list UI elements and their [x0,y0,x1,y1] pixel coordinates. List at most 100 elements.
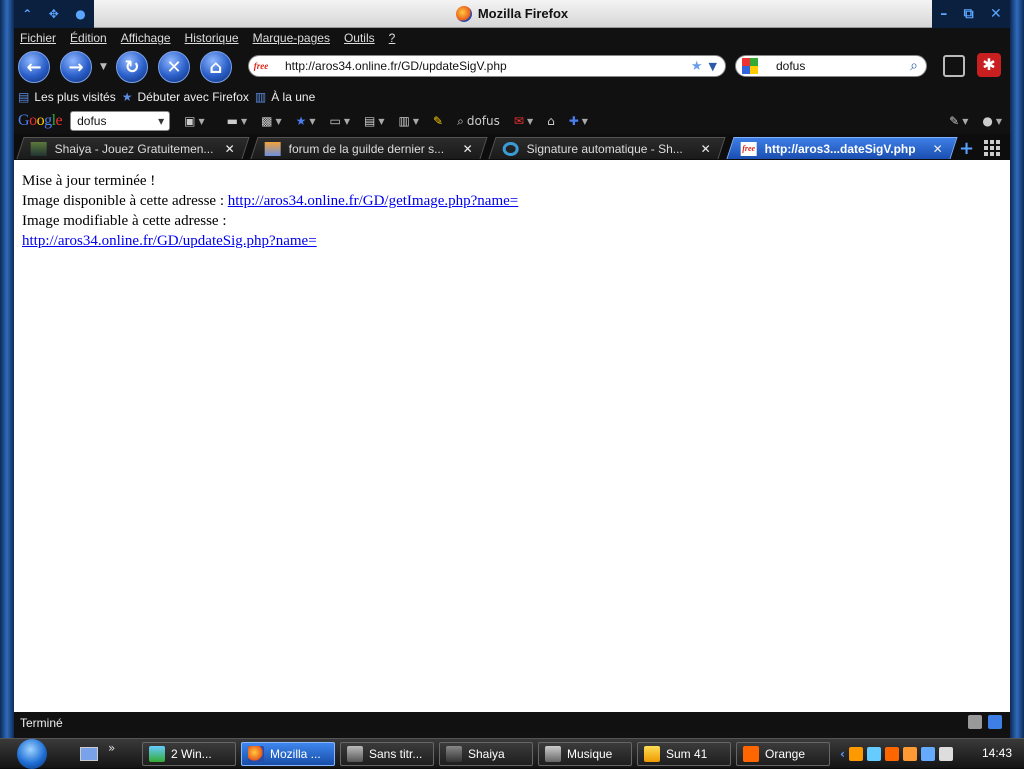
quicklaunch-more-icon[interactable]: » [108,741,115,755]
window-title-text: Mozilla Firefox [477,6,569,21]
firefox-icon [248,746,264,762]
bookmark-star-icon[interactable]: ★ [691,59,703,74]
stop-button[interactable]: ✕ [158,51,190,83]
rss-folder-icon: ▥ [254,90,267,104]
wrench-icon[interactable]: ✎ ▼ [949,114,968,128]
close-tab-icon[interactable]: ✕ [701,142,711,156]
reload-button[interactable]: ↻ [116,51,148,83]
signature-favicon-icon [502,142,519,156]
search-bar[interactable]: dofus ⌕ [735,55,927,77]
restore-button[interactable]: ⧉ [964,6,974,22]
taskbar-item-label: Musique [567,747,613,761]
close-tab-icon[interactable]: ✕ [933,142,943,156]
menu-edition[interactable]: Édition [70,31,107,45]
update-sig-link[interactable]: http://aros34.online.fr/GD/updateSig.php… [22,233,317,249]
bookmarks-icon[interactable]: ▩ ▼ [261,114,282,128]
home-button[interactable]: ⌂ [200,51,232,83]
google-logo[interactable]: Google [18,112,63,130]
paint-icon [347,746,363,762]
addon-icon[interactable]: ✱ [977,53,1001,77]
url-input[interactable]: http://aros34.online.fr/GD/updateSigV.ph… [273,59,691,73]
tab-forum[interactable]: forum de la guilde dernier s... ✕ [250,137,488,159]
menu-historique[interactable]: Historique [185,31,239,45]
show-desktop-icon[interactable] [80,747,98,761]
tray-orange-icon[interactable] [884,747,899,761]
window-switch-icon[interactable] [943,55,965,77]
search-input[interactable]: dofus [762,59,910,73]
history-dropdown-icon[interactable]: ▼ [100,62,107,72]
taskbar-clock[interactable]: 14:43 [982,746,1012,760]
free-favicon-icon: free [740,142,757,156]
bookmark-getting-started[interactable]: ★ Débuter avec Firefox [122,90,249,104]
tray-expand-icon[interactable]: ‹ [840,747,845,761]
window-title: Mozilla Firefox [455,5,569,22]
rollup-icon[interactable]: ⌃ [22,7,32,21]
google-engine-icon[interactable] [742,58,762,74]
addon-status-icon[interactable] [988,715,1002,729]
tray-volume-icon[interactable] [938,747,953,761]
image-editable-label: Image modifiable à cette adresse : [22,213,227,229]
google-search-label: dofus [466,114,500,128]
page-icon[interactable] [968,715,982,729]
menu-marque-pages[interactable]: Marque-pages [253,31,330,45]
menu-outils[interactable]: Outils [344,31,375,45]
taskbar-item-label: Shaiya [468,747,505,761]
tab-updatesigv[interactable]: free http://aros3...dateSigV.php ✕ [726,137,958,159]
tray-app-icon[interactable] [848,747,863,761]
comment-icon[interactable]: ▬ ▼ [227,114,248,128]
close-window-button[interactable]: ✕ [990,6,1002,22]
page-content: Mise à jour terminée ! Image disponible … [14,160,1010,712]
get-image-link[interactable]: http://aros34.online.fr/GD/getImage.php?… [228,193,518,209]
google-search-input[interactable]: dofus [70,111,171,131]
settings-circle-icon[interactable]: ● ▼ [982,114,1002,128]
google-menu-icon[interactable]: ▣ ▼ [184,114,205,128]
highlight-icon[interactable]: ✎ [433,114,443,128]
url-dropdown-icon[interactable]: ▼ [709,60,717,73]
notes-icon[interactable]: ▥ ▼ [399,114,420,128]
tray-infinity-icon[interactable] [902,747,917,761]
media-player-icon [644,746,660,762]
bookmark-most-visited[interactable]: ▤ Les plus visités [18,90,116,104]
tab-grid-icon[interactable] [984,140,1000,156]
close-tab-icon[interactable]: ✕ [225,142,235,156]
tab-shaiya[interactable]: Shaiya - Jouez Gratuitemen... ✕ [16,137,250,159]
star-icon: ★ [121,90,133,104]
taskbar-item-orange[interactable]: Orange [736,742,830,766]
forward-button[interactable]: → [60,51,92,83]
taskbar-item-shaiya[interactable]: Shaiya [439,742,533,766]
taskbar-item-sum41[interactable]: Sum 41 [637,742,731,766]
back-button[interactable]: ← [18,51,50,83]
tab-signature[interactable]: Signature automatique - Sh... ✕ [488,137,726,159]
tray-network-icon[interactable] [920,747,935,761]
tab-label: forum de la guilde dernier s... [288,142,445,156]
menu-bar: Fichier Édition Affichage Historique Mar… [14,28,1010,48]
sidewiki-icon[interactable]: ▭ ▼ [330,114,351,128]
taskbar-item-firefox[interactable]: Mozilla ... [241,742,335,766]
menu-fichier[interactable]: Fichier [20,31,56,45]
translate-icon[interactable]: ▤ ▼ [364,114,385,128]
minimize-button[interactable]: – [940,6,947,22]
bank-icon[interactable]: ⌂ [547,114,555,128]
google-search-button[interactable]: ⌕ dofus [457,114,500,129]
add-button-icon[interactable]: ✚ ▼ [569,114,588,128]
bookmark-headlines[interactable]: ▥ À la une [255,90,315,104]
bookmark-label: À la une [271,90,316,104]
taskbar-item-windows[interactable]: 2 Win... [142,742,236,766]
taskbar-item-paint[interactable]: Sans titr... [340,742,434,766]
menu-affichage[interactable]: Affichage [121,31,171,45]
gmail-icon[interactable]: ✉ ▼ [514,114,533,128]
taskbar-item-music[interactable]: Musique [538,742,632,766]
title-bar[interactable]: Mozilla Firefox [14,0,1010,28]
tray-messenger-icon[interactable] [866,747,881,761]
url-bar[interactable]: free http://aros34.online.fr/GD/updateSi… [248,55,726,77]
tab-bar: Shaiya - Jouez Gratuitemen... ✕ forum de… [14,134,1010,160]
star-bookmark-icon[interactable]: ★ ▼ [296,114,316,128]
start-button[interactable] [12,739,52,769]
alien-icon[interactable]: ● [75,7,85,21]
menu-help[interactable]: ? [389,31,396,45]
pin-icon[interactable]: ✥ [49,7,59,21]
close-tab-icon[interactable]: ✕ [463,142,473,156]
arrow-right-icon: → [68,56,84,78]
search-icon[interactable]: ⌕ [910,58,918,74]
new-tab-icon[interactable]: + [959,138,974,159]
